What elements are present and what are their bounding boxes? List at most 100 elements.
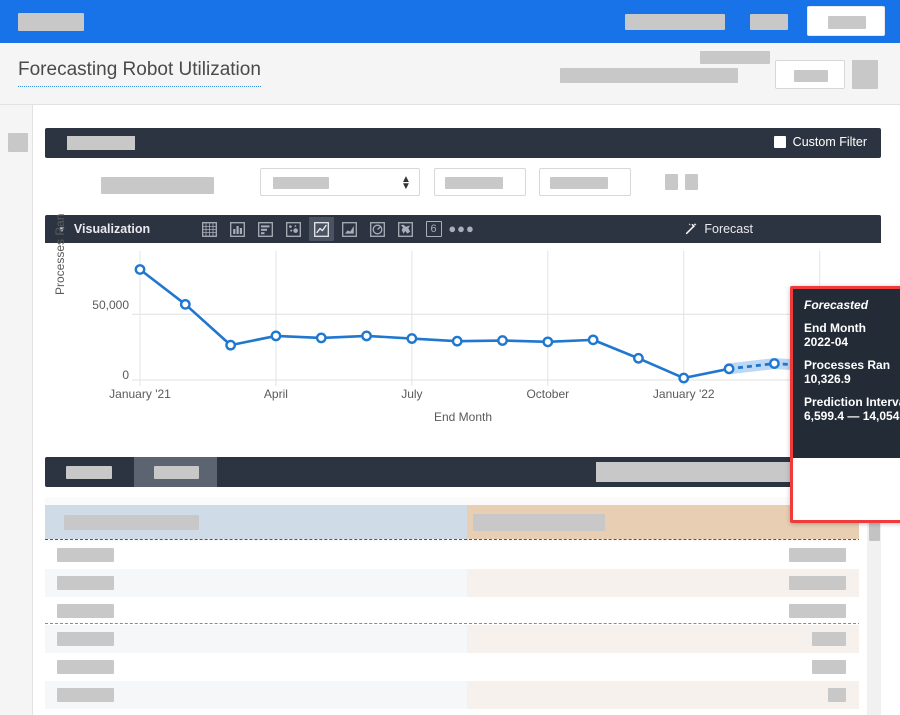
x-tick-label: January '21 (109, 387, 171, 401)
chart-plot-area: Processes Ran 50,000 0 January '21 April J… (45, 214, 881, 435)
line-chart-svg (132, 251, 881, 386)
table-cell-label (57, 576, 114, 590)
table-cell-label (57, 548, 114, 562)
table-tab-1-label (66, 466, 112, 479)
table-cell-value (812, 632, 846, 646)
main-content: Custom Filter ▲ ▼ ▼ Visualization 6 ●●● … (33, 105, 900, 715)
table-row[interactable] (45, 569, 881, 597)
tooltip-header: Forecasted (804, 298, 869, 312)
table-row[interactable] (45, 709, 881, 715)
row-group-separator (45, 623, 881, 624)
table-row[interactable] (45, 681, 881, 709)
nav-item-2[interactable] (750, 14, 788, 30)
chart-type-icons: 6 ●●● (197, 217, 477, 241)
table-row[interactable] (45, 541, 881, 569)
table-cell-value (789, 604, 846, 618)
table-cell-value (789, 548, 846, 562)
filter-input-3[interactable] (539, 168, 631, 196)
table-row[interactable] (45, 597, 881, 625)
visualization-title: Visualization (73, 222, 151, 236)
magic-wand-icon (686, 223, 697, 235)
x-tick-label: January '22 (652, 387, 715, 401)
table-tab-2-label (154, 466, 199, 479)
x-tick-label: July (401, 387, 423, 401)
grid-scrollbar[interactable] (867, 497, 881, 715)
page-meta-top (700, 51, 770, 64)
table-row-tint (467, 681, 859, 709)
custom-filter-checkbox[interactable] (773, 136, 786, 148)
rail-icon[interactable] (8, 133, 28, 152)
header-group-1-label (64, 515, 199, 530)
grid-right-edge (859, 497, 867, 715)
tooltip-value-prediction-interval: 6,599.4 — 14,054.4 (804, 409, 900, 423)
table-cell-label (57, 688, 114, 702)
table-row-tint (467, 653, 859, 681)
tooltip-value-end-month: 2022-04 (804, 335, 849, 349)
table-row[interactable] (45, 653, 881, 681)
left-rail (0, 105, 33, 715)
top-navigation-bar (0, 0, 900, 43)
table-tab-2[interactable] (134, 457, 217, 487)
nav-item-1[interactable] (625, 14, 725, 30)
filter-bar-chip[interactable] (67, 136, 135, 150)
table-cell-label (57, 604, 114, 618)
topbar-action-button-label (828, 16, 866, 29)
table-toolbar (45, 457, 881, 487)
header-divider (45, 539, 881, 540)
filter-input-3-value (550, 177, 608, 189)
table-cell-value (789, 576, 846, 590)
filter-input-2-value (445, 177, 503, 189)
filter-input-2[interactable] (434, 168, 526, 196)
hbar-chart-icon[interactable] (253, 217, 278, 241)
topbar-action-button[interactable] (807, 6, 885, 36)
area-chart-icon[interactable] (337, 217, 362, 241)
tooltip-key-processes-ran: Processes Ran (804, 358, 891, 372)
tooltip-body: Forecasted End Month 2022-04 Processes R… (793, 289, 900, 458)
filter-select-value (273, 177, 329, 189)
table-row-tint (467, 709, 859, 715)
table-cell-label (57, 660, 114, 674)
tooltip-key-end-month: End Month (804, 321, 866, 335)
filter-field-label (101, 177, 214, 194)
x-tick-label: April (263, 387, 288, 401)
page-action-button[interactable] (775, 60, 845, 89)
app-logo[interactable] (18, 13, 84, 31)
page-action-button-label (794, 70, 828, 82)
data-grid (45, 497, 881, 715)
page-overflow-button[interactable] (852, 60, 878, 89)
scatter-plot-icon[interactable] (281, 217, 306, 241)
custom-filter-control[interactable]: Custom Filter (773, 135, 867, 149)
data-grid-header (45, 505, 881, 539)
table-row-tint (467, 625, 859, 653)
bar-chart-icon[interactable] (225, 217, 250, 241)
forecast-label: Forecast (704, 222, 753, 236)
table-cell-label (57, 632, 114, 646)
filter-controls-row: ▲ ▼ (45, 168, 881, 202)
filter-icon-1[interactable] (665, 174, 678, 190)
line-chart-icon[interactable] (309, 217, 335, 241)
filter-select[interactable]: ▲ ▼ (260, 168, 420, 196)
tooltip-key-prediction-interval: Prediction Interval (804, 395, 900, 409)
table-tab-1[interactable] (45, 457, 134, 487)
single-value-icon[interactable]: 6 (421, 217, 446, 241)
table-row[interactable] (45, 625, 881, 653)
table-cell-value (828, 688, 846, 702)
stepper-icon[interactable]: ▲ ▼ (401, 175, 411, 192)
x-tick-label: October (526, 387, 570, 401)
x-axis-label: End Month (433, 410, 493, 424)
custom-filter-label: Custom Filter (792, 135, 867, 149)
more-options-icon[interactable]: ●●● (448, 217, 474, 241)
page-title-bar: Forecasting Robot Utilization (0, 43, 900, 105)
page-meta-bottom (560, 68, 738, 83)
visualization-toolbar: ▼ Visualization 6 ●●● Forecast (45, 215, 881, 243)
table-icon[interactable] (197, 217, 222, 241)
header-group-2-label (473, 514, 605, 531)
tooltip-value-processes-ran: 10,326.9 (804, 372, 851, 386)
visualization-panel: ▼ Visualization 6 ●●● Forecast Processes… (45, 214, 881, 435)
pie-chart-icon[interactable] (365, 217, 390, 241)
map-icon[interactable] (393, 217, 418, 241)
filter-bar: Custom Filter (45, 128, 881, 158)
application-window: Forecasting Robot Utilization Custom Fil… (0, 0, 900, 715)
filter-icon-2[interactable] (685, 174, 698, 190)
forecast-toggle[interactable]: Forecast (684, 215, 753, 243)
